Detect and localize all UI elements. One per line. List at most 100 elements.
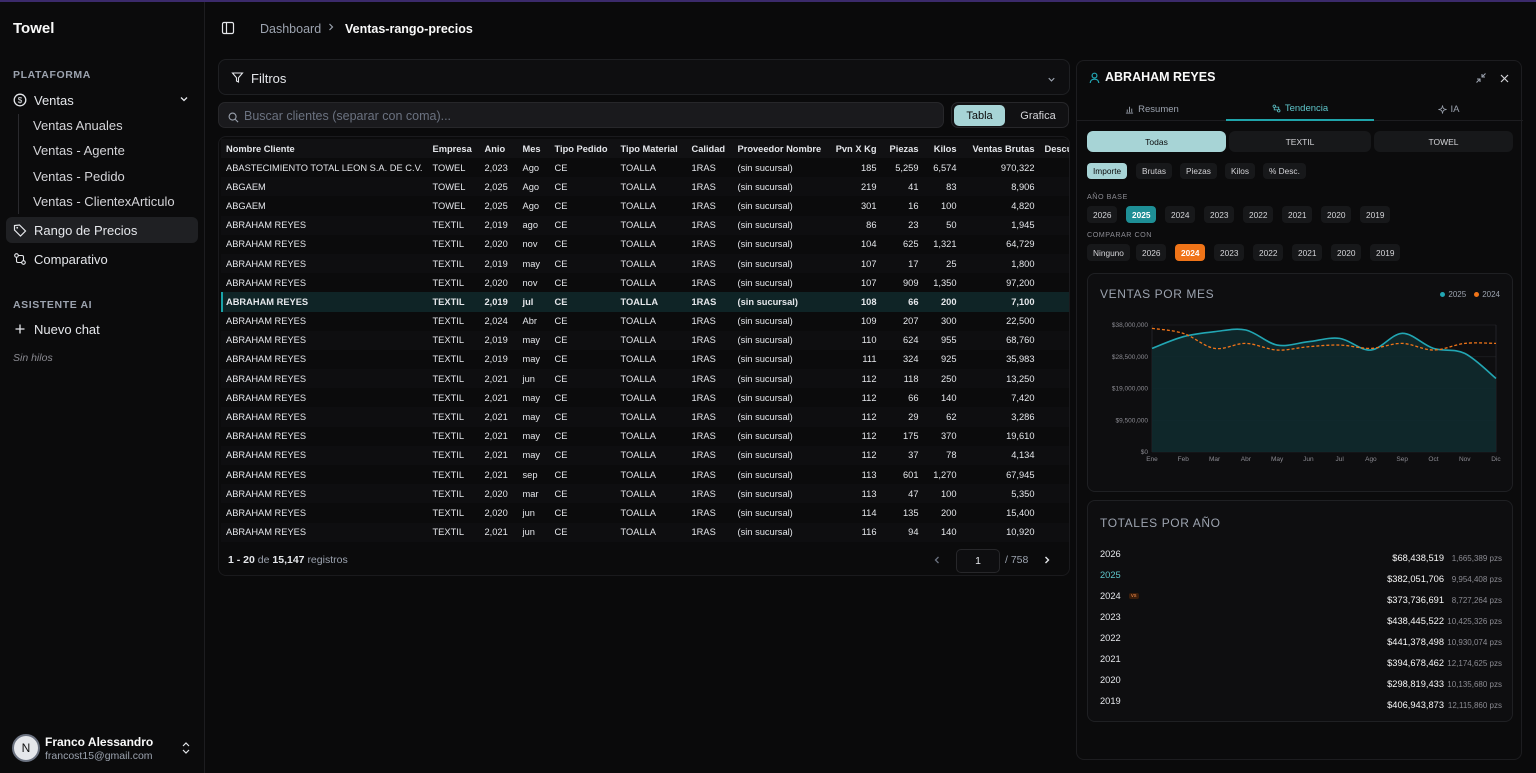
tab-tendencia[interactable]: Tendencia xyxy=(1226,97,1374,121)
compare-year-2023[interactable]: 2023 xyxy=(1214,244,1245,261)
record-range: 1 - 20 xyxy=(228,554,255,566)
company-todas[interactable]: Todas xyxy=(1087,131,1226,152)
table-row[interactable]: ABRAHAM REYES TEXTIL 2,021 sep CE TOALLA 1RAS (… xyxy=(221,465,1069,484)
table-row[interactable]: ABRAHAM REYES TEXTIL 2,021 may CE TOALLA 1RAS(… xyxy=(221,388,1069,407)
base-year-2022[interactable]: 2022 xyxy=(1243,206,1274,223)
view-table-button[interactable]: Tabla xyxy=(954,105,1005,126)
table-row[interactable]: ABRAHAM REYES TEXTIL 2,019 jul CE TOALLA 1RAS(… xyxy=(221,292,1069,312)
table-cell xyxy=(1040,503,1070,522)
table-row[interactable]: ABRAHAM REYES TEXTIL 2,024 Abr CE TOALLA 1RAS (… xyxy=(221,312,1069,331)
table-cell: 112 xyxy=(828,407,882,427)
compare-year-2021[interactable]: 2021 xyxy=(1292,244,1323,261)
sidebar-subitem-ventas-clientexarticulo[interactable]: Ventas - ClientexArticulo xyxy=(33,194,175,209)
table-cell: Ago xyxy=(522,162,540,173)
table-cell: 1,945 xyxy=(961,215,1040,235)
table-cell: 2,021 xyxy=(479,369,518,389)
table-row[interactable]: ABRAHAM REYES TEXTIL 2,021 may CE TOALLA 1RAS(… xyxy=(221,407,1069,427)
table-cell: 1RAS xyxy=(686,215,733,235)
base-year-2023[interactable]: 2023 xyxy=(1204,206,1235,223)
table-row[interactable]: ABRAHAM REYES TEXTIL 2,021 jun CE TOALLA 1RAS(… xyxy=(221,522,1069,542)
total-year: 2022 xyxy=(1100,633,1121,643)
table-row[interactable]: ABRAHAM REYES TEXTIL 2,020 nov CE TOALLA 1RAS (… xyxy=(221,273,1069,292)
column-header[interactable]: Piezas xyxy=(881,139,924,158)
minimize-icon[interactable] xyxy=(1475,71,1487,89)
table-row[interactable]: ABRAHAM REYES TEXTIL 2,021 may CE TOALLA 1RAS(… xyxy=(221,445,1069,465)
compare-year-2019[interactable]: 2019 xyxy=(1370,244,1401,261)
compare-year-2020[interactable]: 2020 xyxy=(1331,244,1362,261)
table-cell: 1,270 xyxy=(933,469,957,480)
base-year-2020[interactable]: 2020 xyxy=(1321,206,1352,223)
metric-brutas[interactable]: Brutas xyxy=(1136,163,1172,179)
sidebar-subitem-ventas-anuales[interactable]: Ventas Anuales xyxy=(33,118,123,133)
table-cell: 41 xyxy=(881,177,924,197)
column-header[interactable]: Anio xyxy=(479,139,518,158)
base-year-2025[interactable]: 2025 xyxy=(1126,206,1157,223)
tab-label: IA xyxy=(1450,103,1460,115)
table-row[interactable]: ABGAEM TOWEL 2,025 Ago CE TOALLA 1RAS (sin sucu… xyxy=(221,196,1069,215)
compare-year-ninguno[interactable]: Ninguno xyxy=(1087,244,1130,261)
table-row[interactable]: ABGAEM TOWEL 2,025 Ago CE TOALLA 1RAS (sin sucu… xyxy=(221,177,1069,197)
column-header[interactable]: Kilos xyxy=(923,139,962,158)
sidebar-subitem-ventas-agente[interactable]: Ventas - Agente xyxy=(33,143,125,158)
table-cell: 107 xyxy=(828,253,882,274)
column-header[interactable]: Tipo Material xyxy=(615,139,687,158)
search-icon xyxy=(228,110,239,128)
column-header[interactable]: Calidad xyxy=(686,139,733,158)
compare-year-2022[interactable]: 2022 xyxy=(1253,244,1284,261)
close-icon[interactable] xyxy=(1499,71,1510,89)
app-brand[interactable]: Towel xyxy=(13,20,54,37)
table-row[interactable]: ABASTECIMIENTO TOTAL LEON S.A. DE C.V. TO… xyxy=(221,158,1069,177)
column-header[interactable]: Empresa xyxy=(427,139,480,158)
column-header[interactable]: Pvn X Kg xyxy=(828,139,882,158)
table-row[interactable]: ABRAHAM REYES TEXTIL 2,019 may CE TOALLA 1RAS(… xyxy=(221,350,1069,369)
table-row[interactable]: ABRAHAM REYES TEXTIL 2,020 jun CE TOALLA 1RAS (… xyxy=(221,503,1070,522)
base-year-2026[interactable]: 2026 xyxy=(1087,206,1118,223)
column-header[interactable]: Descue xyxy=(1039,139,1069,158)
column-header[interactable]: Proveedor Nombre xyxy=(732,139,829,158)
column-header[interactable]: Tipo Pedido xyxy=(549,139,616,158)
vs-badge: vs xyxy=(1129,593,1139,599)
metric-kilos[interactable]: Kilos xyxy=(1225,163,1255,179)
x-tick-label: May xyxy=(1271,456,1284,463)
compare-year-2024[interactable]: 2024 xyxy=(1175,244,1206,261)
tab-ia[interactable]: IA xyxy=(1374,97,1523,121)
table-cell: 112 xyxy=(828,369,882,389)
new-chat-button[interactable]: Nuevo chat xyxy=(6,316,198,342)
user-menu[interactable]: N Franco Alessandro francost15@gmail.com xyxy=(12,732,197,766)
company-towel[interactable]: TOWEL xyxy=(1374,131,1513,152)
table-cell: ABRAHAM REYES xyxy=(226,507,307,518)
column-header[interactable]: Nombre Cliente xyxy=(221,139,428,158)
table-row[interactable]: ABRAHAM REYES TEXTIL 2,019 may CE TOALLA 1RAS(… xyxy=(221,330,1069,350)
metric-desc[interactable]: % Desc. xyxy=(1263,163,1306,179)
table-row[interactable]: ABRAHAM REYES TEXTIL 2,021 jun CE TOALLA 1RAS(… xyxy=(221,369,1069,389)
table-row[interactable]: ABRAHAM REYES TEXTIL 2,019 may CE TOALLA 1RAS(… xyxy=(221,253,1069,274)
page-number-input[interactable] xyxy=(956,549,1000,573)
search-input[interactable] xyxy=(244,107,934,125)
table-cell: ABRAHAM REYES xyxy=(221,215,428,235)
sidebar-item-rango-precios[interactable]: Rango de Precios xyxy=(6,217,198,243)
table-cell: TEXTIL xyxy=(427,445,480,465)
sidebar-toggle-icon[interactable] xyxy=(221,21,235,40)
sidebar-subitem-ventas-pedido[interactable]: Ventas - Pedido xyxy=(33,169,125,184)
tab-resumen[interactable]: Resumen xyxy=(1077,97,1227,121)
sidebar-item-comparativo[interactable]: Comparativo xyxy=(6,246,198,272)
filters-collapsible[interactable]: Filtros xyxy=(218,59,1070,95)
breadcrumb-dashboard[interactable]: Dashboard xyxy=(260,22,321,36)
column-header[interactable]: Ventas Brutas xyxy=(961,139,1040,158)
table-row[interactable]: ABRAHAM REYES TEXTIL 2,021 may CE TOALLA 1RAS(… xyxy=(221,427,1069,446)
company-textil[interactable]: TEXTIL xyxy=(1229,131,1371,152)
metric-piezas[interactable]: Piezas xyxy=(1180,163,1217,179)
metric-importe[interactable]: Importe xyxy=(1087,163,1128,179)
table-row[interactable]: ABRAHAM REYES TEXTIL 2,020 nov CE TOALLA 1RAS (… xyxy=(221,235,1069,254)
compare-year-2026[interactable]: 2026 xyxy=(1136,244,1167,261)
sidebar-item-ventas[interactable]: $ Ventas xyxy=(6,87,198,113)
view-chart-button[interactable]: Grafica xyxy=(1009,105,1067,126)
column-header[interactable]: Mes xyxy=(517,139,550,158)
next-page-button[interactable] xyxy=(1041,554,1053,569)
table-row[interactable]: ABRAHAM REYES TEXTIL 2,019 ago CE TOALLA 1RAS(… xyxy=(221,215,1069,235)
prev-page-button[interactable] xyxy=(931,554,943,569)
base-year-2021[interactable]: 2021 xyxy=(1282,206,1313,223)
table-row[interactable]: ABRAHAM REYES TEXTIL 2,020 mar CE TOALLA 1RAS(… xyxy=(221,484,1069,504)
base-year-2024[interactable]: 2024 xyxy=(1165,206,1196,223)
base-year-2019[interactable]: 2019 xyxy=(1360,206,1391,223)
